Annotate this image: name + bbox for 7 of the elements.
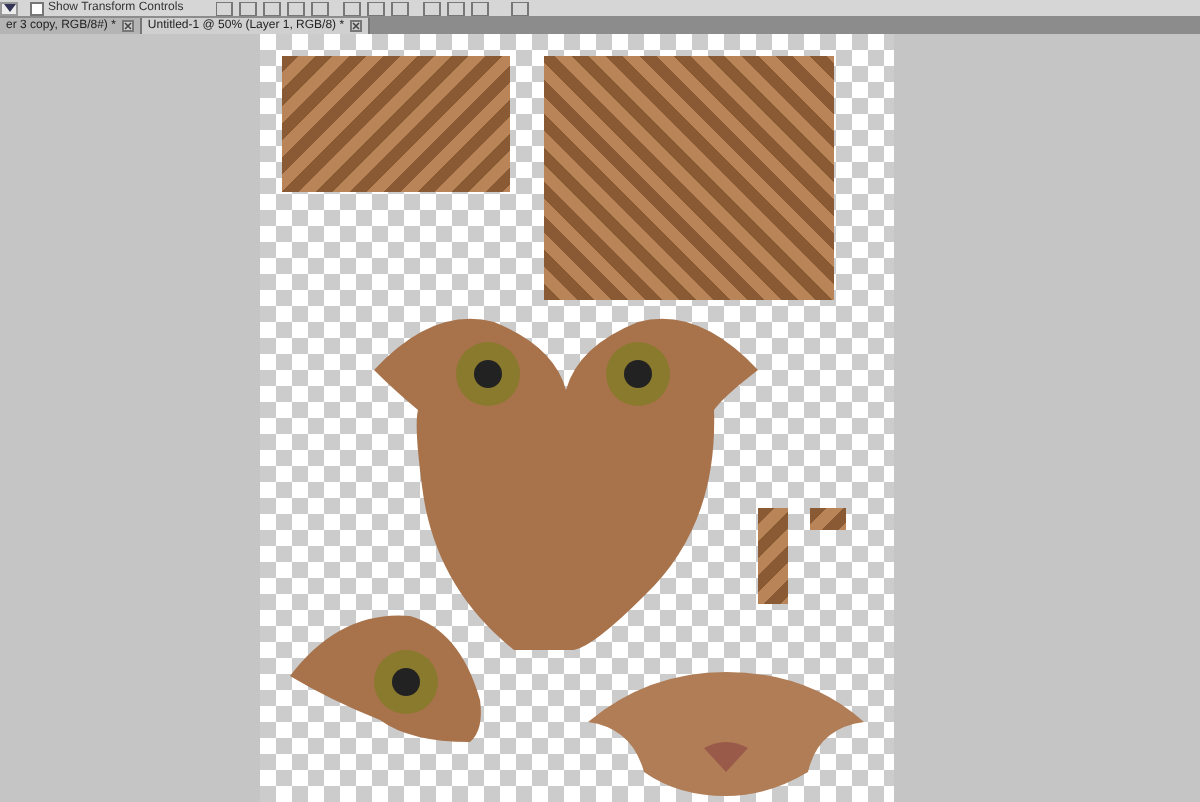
fur-strip-photo-placeholder [810,508,846,530]
close-icon[interactable] [350,20,363,32]
dropdown[interactable] [0,1,18,15]
caret-icon [3,4,15,12]
close-icon[interactable] [121,20,134,32]
fur-strip-photo-placeholder [758,508,788,604]
checkbox[interactable] [30,1,44,15]
